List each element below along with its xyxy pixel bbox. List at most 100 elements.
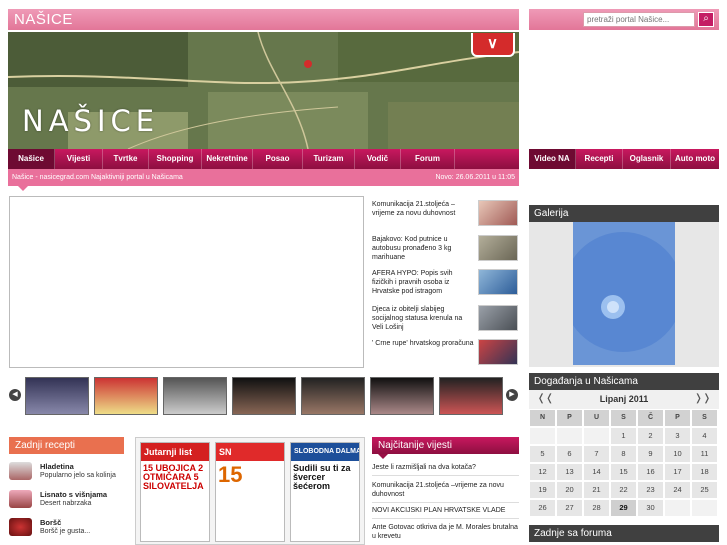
calendar-day[interactable]: 6	[557, 446, 582, 462]
calendar-next-icon[interactable]: ❭❭	[694, 393, 711, 404]
calendar-day[interactable]: 7	[584, 446, 609, 462]
news-title[interactable]: Djeca iz obitelji slabijeg socijalnog st…	[372, 305, 474, 332]
calendar-day[interactable]: 4	[692, 428, 717, 444]
most-read-item[interactable]: NOVI AKCIJSKI PLAN HRVATSKE VLADE	[372, 503, 519, 519]
news-title[interactable]: Komunikacija 21.stoljeća –vrijeme za nov…	[372, 200, 474, 218]
calendar-day[interactable]: 25	[692, 482, 717, 498]
calendar-day[interactable]: 14	[584, 464, 609, 480]
calendar-day[interactable]: 19	[530, 482, 555, 498]
recipe-item[interactable]: Lisnato s višnjama Desert nabrzaka	[9, 488, 124, 514]
strip-next-icon[interactable]: ▶	[506, 389, 518, 401]
calendar-day[interactable]: 23	[638, 482, 663, 498]
recipe-item[interactable]: Boršč Boršč je gusta...	[9, 516, 124, 542]
most-read-heading[interactable]: Najčitanije vijesti	[372, 437, 519, 454]
news-thumbnail[interactable]	[478, 339, 518, 365]
nav-item-forum[interactable]: Forum	[401, 149, 455, 169]
news-item[interactable]: Komunikacija 21.stoljeća –vrijeme za nov…	[372, 200, 520, 234]
news-thumbnail[interactable]	[478, 235, 518, 261]
strip-prev-icon[interactable]: ◀	[9, 389, 21, 401]
calendar-day[interactable]: 27	[557, 500, 582, 516]
recipe-title[interactable]: Hladetina	[40, 462, 74, 471]
calendar-day[interactable]: 29	[611, 500, 636, 516]
collapse-banner-button[interactable]: ∨	[471, 33, 515, 57]
calendar-day[interactable]: 26	[530, 500, 555, 516]
video-thumbnail[interactable]	[163, 377, 227, 415]
recipe-image[interactable]	[9, 490, 32, 508]
recipes-heading[interactable]: Zadnji recepti	[9, 437, 124, 454]
calendar-weekday: Č	[638, 410, 663, 426]
events-heading[interactable]: Događanja u Našicama	[529, 373, 719, 390]
recipe-title[interactable]: Lisnato s višnjama	[40, 490, 107, 499]
calendar-day[interactable]: 30	[638, 500, 663, 516]
breadcrumb-text[interactable]: Našice - nasicegrad.com Najaktivniji por…	[12, 174, 183, 181]
forum-heading[interactable]: Zadnje sa foruma	[529, 525, 719, 542]
calendar-day[interactable]: 15	[611, 464, 636, 480]
news-thumbnail[interactable]	[478, 305, 518, 331]
calendar-day[interactable]: 20	[557, 482, 582, 498]
calendar-day[interactable]: 18	[692, 464, 717, 480]
newspaper-cover[interactable]: Jutarnji list 15 UBOJICA 2 OTMIČARA 5 SI…	[140, 442, 210, 542]
most-read-item[interactable]: Ante Gotovac otkriva da je M. Morales br…	[372, 520, 519, 544]
newspaper-cover[interactable]: SLOBODNA DALMACIJA Sudili su ti za šverc…	[290, 442, 360, 542]
nav-item-tvrtke[interactable]: Tvrtke	[103, 149, 149, 169]
calendar-day[interactable]: 22	[611, 482, 636, 498]
video-thumbnail[interactable]	[232, 377, 296, 415]
news-item[interactable]: Bajakovo: Kod putnice u autobusu pronađe…	[372, 235, 520, 269]
search-input[interactable]	[583, 12, 695, 27]
calendar-day[interactable]: 8	[611, 446, 636, 462]
gallery-image[interactable]	[563, 222, 683, 365]
search-icon[interactable]: ⌕	[698, 12, 714, 27]
most-read-item[interactable]: Jeste li razmišljali na dva kotača?	[372, 460, 519, 476]
most-read-item[interactable]: Komunikacija 21.stoljeća –vrijeme za nov…	[372, 478, 519, 503]
calendar-day[interactable]: 17	[665, 464, 690, 480]
recipe-title[interactable]: Boršč	[40, 518, 61, 527]
nav-item-vijesti[interactable]: Vijesti	[55, 149, 103, 169]
nav-item-nekretnine[interactable]: Nekretnine	[202, 149, 253, 169]
calendar-day[interactable]: 13	[557, 464, 582, 480]
newspaper-covers: Jutarnji list 15 UBOJICA 2 OTMIČARA 5 SI…	[135, 437, 365, 545]
video-thumbnail[interactable]	[439, 377, 503, 415]
nav-item-nasice[interactable]: Našice	[8, 149, 55, 169]
nav-item-posao[interactable]: Posao	[253, 149, 303, 169]
recipe-item[interactable]: Hladetina Popularno jelo sa kolinja	[9, 460, 124, 486]
video-thumbnail[interactable]	[25, 377, 89, 415]
calendar-day[interactable]: 11	[692, 446, 717, 462]
nav-item-vodic[interactable]: Vodič	[355, 149, 401, 169]
news-title[interactable]: ' Crne rupe' hrvatskog proračuna	[372, 339, 474, 348]
news-title[interactable]: Bajakovo: Kod putnice u autobusu pronađe…	[372, 235, 474, 262]
site-title[interactable]: NAŠICE	[8, 9, 519, 30]
calendar-day[interactable]: 28	[584, 500, 609, 516]
nav-item-recepti[interactable]: Recepti	[576, 149, 623, 169]
video-player[interactable]	[9, 196, 364, 368]
calendar-day[interactable]: 2	[638, 428, 663, 444]
calendar-weekday: U	[584, 410, 609, 426]
last-update-date: Novo: 26.06.2011 u 11:05	[435, 174, 515, 181]
nav-item-shopping[interactable]: Shopping	[149, 149, 202, 169]
nav-item-auto-moto[interactable]: Auto moto	[671, 149, 719, 169]
calendar-day[interactable]: 21	[584, 482, 609, 498]
recipe-image[interactable]	[9, 462, 32, 480]
calendar-day[interactable]: 3	[665, 428, 690, 444]
news-item[interactable]: AFERA HYPO: Popis svih fizičkih i pravni…	[372, 269, 520, 303]
calendar-day[interactable]: 1	[611, 428, 636, 444]
calendar-day[interactable]: 9	[638, 446, 663, 462]
nav-item-turizam[interactable]: Turizam	[303, 149, 355, 169]
video-thumbnail[interactable]	[94, 377, 158, 415]
news-title[interactable]: AFERA HYPO: Popis svih fizičkih i pravni…	[372, 269, 474, 296]
news-thumbnail[interactable]	[478, 269, 518, 295]
video-thumbnail[interactable]	[370, 377, 434, 415]
calendar-day[interactable]: 24	[665, 482, 690, 498]
video-thumbnail[interactable]	[301, 377, 365, 415]
news-thumbnail[interactable]	[478, 200, 518, 226]
nav-item-video[interactable]: Video NA	[529, 149, 576, 169]
newspaper-cover[interactable]: SN 15	[215, 442, 285, 542]
calendar-day[interactable]: 12	[530, 464, 555, 480]
calendar-day[interactable]: 16	[638, 464, 663, 480]
gallery-heading[interactable]: Galerija	[529, 205, 719, 222]
news-item[interactable]: Djeca iz obitelji slabijeg socijalnog st…	[372, 305, 520, 339]
recipe-image[interactable]	[9, 518, 32, 536]
calendar-day[interactable]: 5	[530, 446, 555, 462]
news-item[interactable]: ' Crne rupe' hrvatskog proračuna	[372, 339, 520, 373]
nav-item-oglasnik[interactable]: Oglasnik	[623, 149, 671, 169]
calendar-day[interactable]: 10	[665, 446, 690, 462]
